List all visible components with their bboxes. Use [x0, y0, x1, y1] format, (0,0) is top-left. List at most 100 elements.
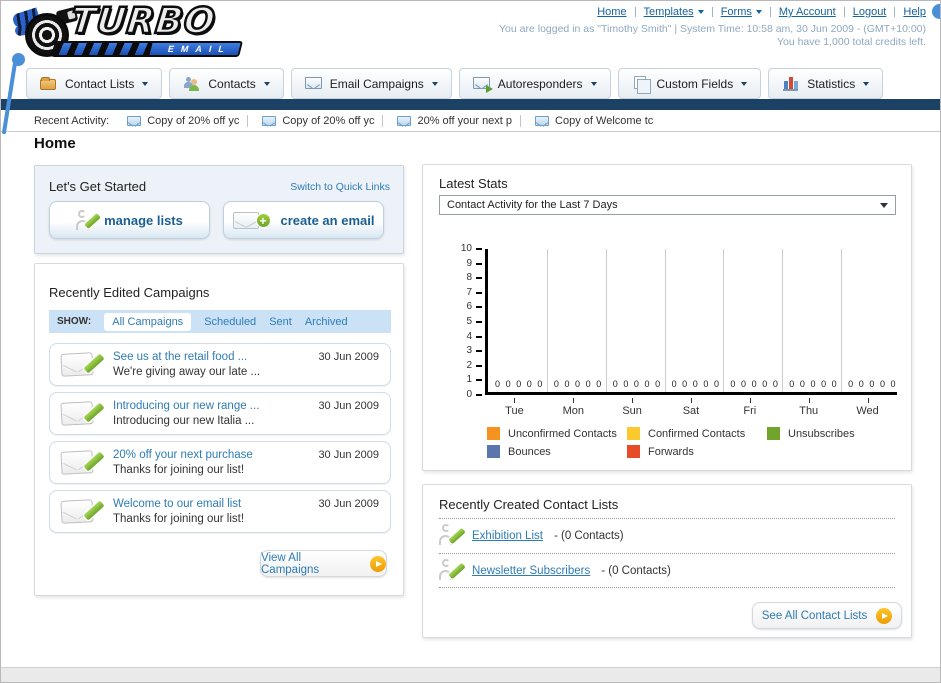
bar-value-label: 0: [495, 379, 501, 389]
recent-activity-item[interactable]: Copy of 20% off yc: [127, 115, 239, 127]
tab-autoresponders[interactable]: Autoresponders: [458, 68, 611, 99]
bar-value-label: 0: [810, 379, 816, 389]
bar-value-label: 0: [596, 379, 602, 389]
campaign-title-link[interactable]: Welcome to our email list: [113, 497, 244, 512]
y-tick-mark: [476, 394, 482, 396]
gridline: [723, 249, 725, 392]
x-axis-label: Sun: [622, 405, 642, 417]
nav-link-my-account[interactable]: My Account: [762, 6, 836, 18]
x-tick-mark: [808, 398, 810, 403]
y-tick-label: 4: [466, 330, 472, 342]
campaign-date: 30 Jun 2009: [318, 449, 379, 461]
nav-link-logout[interactable]: Logout: [836, 6, 887, 18]
chart-y-axis: 10 9 8 7 6 5 4 3 2 1 0: [439, 243, 482, 400]
legend-swatch: [767, 427, 780, 440]
recent-campaigns-title: Recently Edited Campaigns: [49, 285, 210, 300]
y-tick-mark: [476, 379, 482, 382]
bar-value-label: 0: [831, 379, 837, 389]
autoresponders-icon: [472, 76, 493, 93]
chart-x-axis: Tue Mon Sun Sat Fri Thu Wed: [485, 398, 897, 424]
filter-scheduled[interactable]: Scheduled: [204, 316, 256, 328]
view-all-campaigns-button[interactable]: View All Campaigns: [260, 550, 387, 577]
legend-item: Unconfirmed Contacts: [487, 427, 627, 440]
bar-value-label: 0: [644, 379, 650, 389]
y-tick-label: 9: [466, 257, 472, 269]
legend-label: Unconfirmed Contacts: [508, 427, 617, 440]
gridline: [782, 249, 784, 392]
bar-value-label: 0: [612, 379, 618, 389]
x-tick-mark: [514, 398, 516, 403]
decoration-dot-right: [932, 4, 940, 19]
contact-list-count: - (0 Contacts): [601, 564, 671, 577]
get-started-panel: Let's Get Started Switch to Quick Links …: [34, 165, 404, 254]
campaign-row: Welcome to our email list Thanks for joi…: [49, 490, 391, 533]
y-tick-mark: [476, 291, 482, 294]
contact-list-item: Exhibition List - (0 Contacts): [439, 518, 895, 553]
nav-link-help[interactable]: Help: [886, 6, 926, 18]
bar-value-label: 0: [655, 379, 661, 389]
y-tick-mark: [476, 335, 482, 338]
logo-email-bar: EMAIL: [51, 41, 243, 57]
person-pencil-icon: [439, 524, 466, 548]
nav-link-home[interactable]: Home: [597, 6, 626, 18]
y-tick-label: 7: [466, 286, 472, 298]
tab-custom-fields[interactable]: Custom Fields: [617, 68, 762, 99]
filter-all-campaigns[interactable]: All Campaigns: [104, 312, 192, 331]
create-email-button[interactable]: + create an email: [223, 201, 384, 239]
envelope-pencil-icon: [60, 400, 105, 428]
recent-campaigns-panel: Recently Edited Campaigns SHOW: All Camp…: [34, 263, 404, 596]
recent-activity-item[interactable]: 20% off your next p: [374, 115, 512, 127]
stats-period-dropdown[interactable]: Contact Activity for the Last 7 Days: [439, 195, 896, 215]
turbo-email-logo: TURBO EMAIL: [7, 1, 257, 61]
switch-quick-links-link[interactable]: Switch to Quick Links: [290, 181, 390, 193]
envelope-pencil-icon: [60, 498, 105, 526]
contact-list-link[interactable]: Newsletter Subscribers: [472, 565, 590, 577]
bar-value-label: 0: [730, 379, 736, 389]
tab-contacts[interactable]: Contacts: [169, 68, 284, 99]
legend-item: Confirmed Contacts: [627, 427, 767, 440]
campaign-row: Introducing our new range ... Introducin…: [49, 392, 391, 435]
contact-list-link[interactable]: Exhibition List: [472, 530, 543, 542]
see-all-contact-lists-button[interactable]: See All Contact Lists: [752, 602, 902, 629]
legend-label: Forwards: [648, 445, 694, 458]
x-tick-mark: [691, 398, 692, 403]
tab-email-campaigns[interactable]: Email Campaigns: [290, 68, 452, 99]
y-tick-mark: [476, 277, 482, 280]
bar-value-label: 0: [751, 379, 757, 389]
manage-lists-button[interactable]: manage lists: [49, 201, 210, 239]
chevron-down-icon: [263, 81, 270, 86]
contact-lists-icon: [40, 76, 57, 91]
custom-fields-icon: [632, 76, 651, 94]
envelope-icon: [262, 115, 277, 126]
tab-statistics[interactable]: Statistics: [768, 68, 884, 99]
recent-activity-item[interactable]: Copy of 20% off yc: [239, 115, 374, 127]
bar-value-label: 0: [879, 379, 885, 389]
gridline: [546, 249, 548, 392]
nav-link-forms[interactable]: Forms: [704, 6, 762, 18]
legend-item: Forwards: [627, 445, 767, 458]
nav-divider-bar: [1, 99, 940, 110]
footer-bar: [1, 667, 940, 682]
campaign-title-link[interactable]: 20% off your next purchase: [113, 448, 253, 463]
bar-value-label: 0: [713, 379, 719, 389]
chart-legend: Unconfirmed Contacts Confirmed Contacts Un…: [487, 427, 897, 458]
tab-contact-lists[interactable]: Contact Lists: [26, 68, 163, 99]
bar-value-label: 0: [799, 379, 805, 389]
campaign-title-link[interactable]: Introducing our new range ...: [113, 399, 259, 414]
recent-activity-bar: Recent Activity: Copy of 20% off yc Copy…: [1, 110, 940, 132]
x-tick-mark: [632, 398, 634, 403]
filter-archived[interactable]: Archived: [305, 316, 348, 328]
recent-activity-item[interactable]: Copy of Welcome tc: [512, 115, 653, 127]
y-tick-label: 1: [466, 374, 472, 386]
contact-list-count: - (0 Contacts): [553, 530, 624, 542]
bar-value-label: 0: [682, 379, 688, 389]
campaign-title-link[interactable]: See us at the retail food ...: [113, 350, 260, 365]
bar-value-label: 0: [692, 379, 698, 389]
chevron-down-icon: [880, 202, 888, 208]
filter-sent[interactable]: Sent: [269, 316, 292, 328]
nav-link-templates[interactable]: Templates: [627, 6, 704, 18]
x-axis-label: Tue: [505, 405, 524, 417]
top-nav: Home Templates Forms My Account Logout H…: [597, 6, 926, 18]
contacts-icon: [183, 76, 200, 91]
bar-value-label: 0: [821, 379, 827, 389]
